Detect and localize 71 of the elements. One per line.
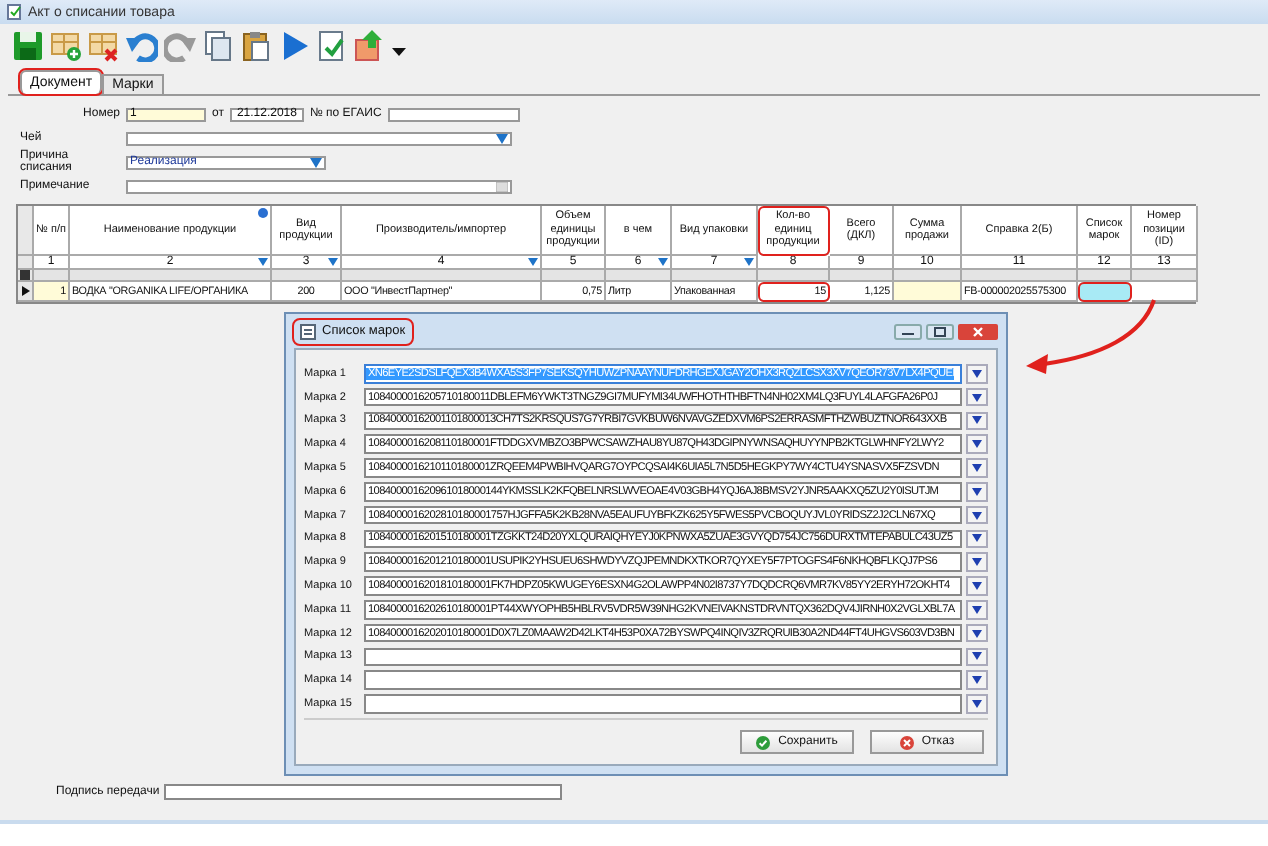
dropdown-arrow-icon [972,629,983,638]
minimize-icon[interactable] [894,323,922,340]
dropdown-button[interactable] [966,482,988,502]
dropdown-button[interactable] [966,505,988,525]
dropdown-arrow-icon [972,558,983,567]
square-icon [20,270,30,280]
dropdown-button[interactable] [966,411,988,431]
dropdown-button[interactable] [966,529,988,549]
filter-cell[interactable] [272,270,342,282]
dropdown-button[interactable] [966,364,988,384]
dropdown-arrow-icon [496,133,508,143]
document-icon [6,4,22,20]
dropdown-arrow-icon [972,676,983,685]
filter-cell[interactable] [672,270,758,282]
dropdown-arrow-icon [972,393,983,402]
copy-icon[interactable] [202,30,234,62]
list-icon [300,323,316,340]
dropdown-button[interactable] [966,552,988,572]
input-field[interactable] [163,784,562,800]
checkmark-icon [756,735,771,749]
dropdown-button[interactable] [966,670,988,690]
maximize-icon[interactable] [926,323,954,340]
add-row-icon[interactable] [50,30,82,62]
close-icon[interactable] [958,323,998,340]
dropdown-arrow-icon [972,487,983,496]
dropdown-button[interactable] [966,576,988,596]
paste-icon[interactable] [240,30,272,62]
filter-cell[interactable] [342,270,542,282]
check-document-icon[interactable] [316,30,348,62]
dropdown-arrow-icon [972,416,983,425]
dropdown-button[interactable] [966,387,988,407]
play-icon[interactable] [278,30,310,62]
dropdown-button[interactable] [966,458,988,478]
filter-cell[interactable] [70,270,272,282]
dropdown-arrow-icon [972,511,983,520]
cancel-icon [899,735,914,749]
delete-row-icon[interactable] [88,30,120,62]
dropdown-arrow-icon [972,652,983,661]
filter-cell[interactable] [34,270,70,282]
save-icon[interactable] [12,30,44,62]
input-field[interactable] [364,694,963,714]
dropdown-arrow-icon [972,463,983,472]
dropdown-arrow-icon [972,440,983,449]
dropdown-arrow-icon [972,699,983,708]
filter-cell[interactable] [962,270,1078,282]
dropdown-arrow-icon [972,605,983,614]
dropdown-arrow-icon [972,534,983,543]
input-field[interactable] [364,647,963,667]
dropdown-field[interactable] [126,131,512,145]
dropdown-arrow-icon [972,581,983,590]
filter-cell[interactable] [606,270,672,282]
filter-cell[interactable] [894,270,962,282]
redo-icon[interactable] [164,30,196,62]
undo-icon[interactable] [126,30,158,62]
dropdown-button[interactable] [966,434,988,454]
filter-cell[interactable] [1132,270,1198,282]
filter-cell[interactable] [1078,270,1132,282]
input-field[interactable] [364,670,963,690]
export-icon[interactable] [354,30,386,62]
dropdown-arrow-icon [310,157,322,167]
help-icon [258,208,268,218]
input-field[interactable] [126,179,512,193]
dropdown-button[interactable] [966,623,988,643]
input-field[interactable] [387,107,520,121]
dropdown-button[interactable] [966,647,988,667]
filter-cell[interactable] [758,270,830,282]
filter-cell[interactable] [830,270,894,282]
filter-cell[interactable] [542,270,606,282]
dropdown-button[interactable] [966,694,988,714]
dropdown-button[interactable] [966,600,988,620]
dropdown-arrow-icon [972,369,983,378]
